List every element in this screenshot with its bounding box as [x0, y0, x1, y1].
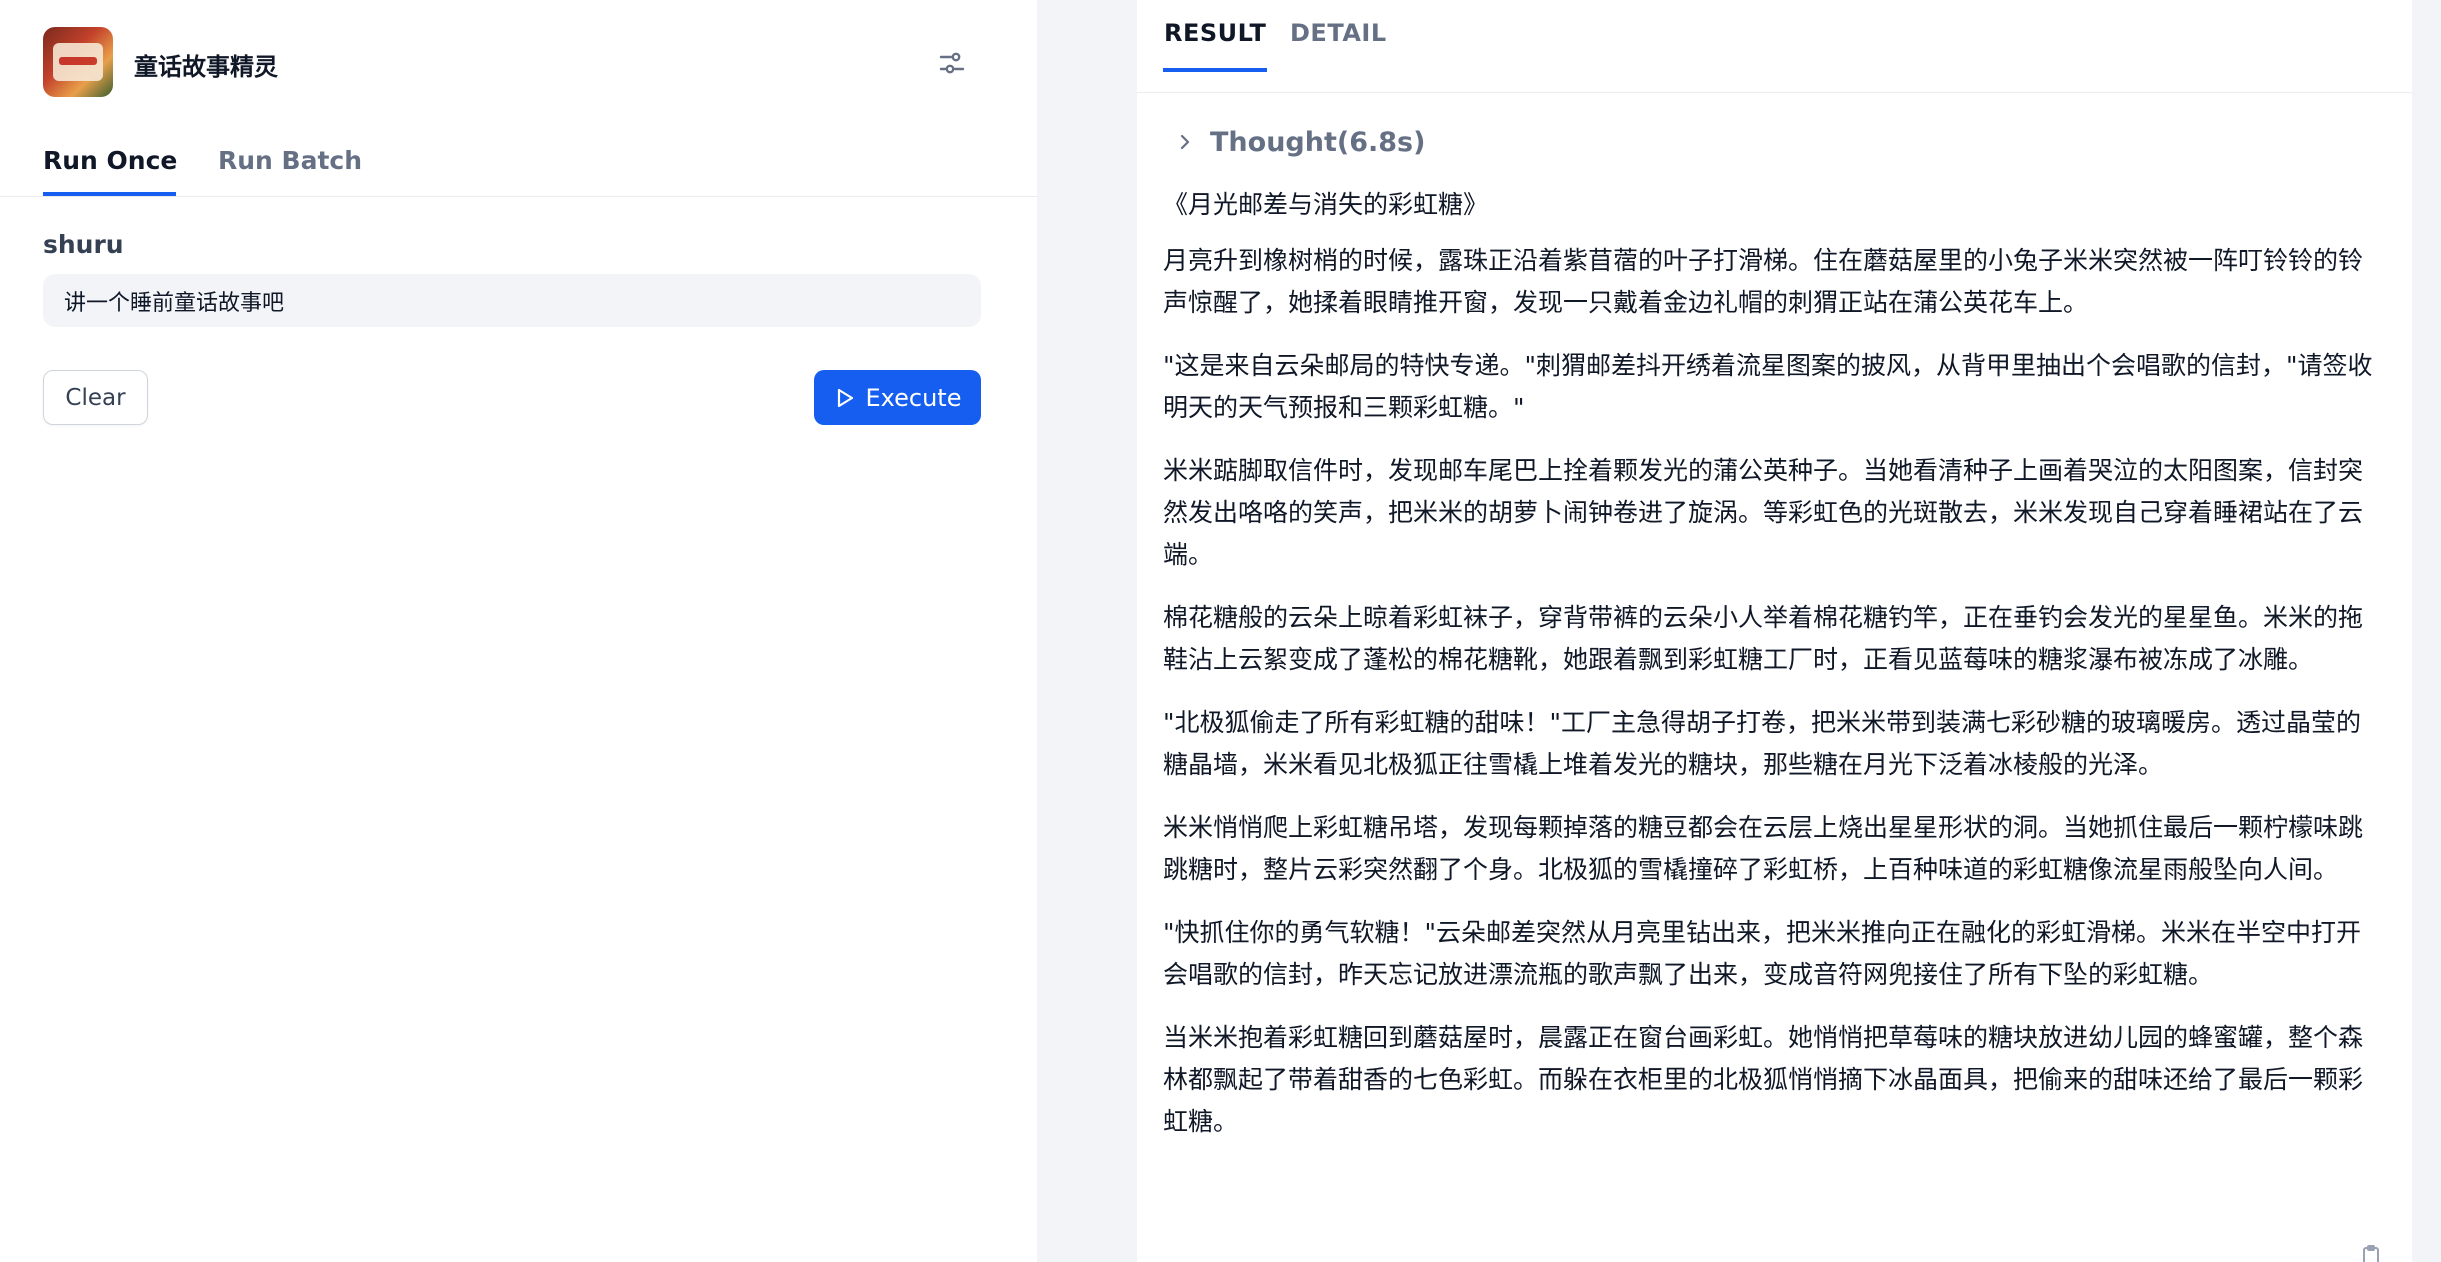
- clear-button[interactable]: Clear: [43, 370, 148, 425]
- app-root: 童话故事精灵 Run Once Run Batch shuru Clear: [0, 0, 2441, 1262]
- result-card: RESULT DETAIL Thought(6.8s) 《月光邮差与消失的彩虹糖…: [1137, 0, 2412, 1262]
- story-paragraph: 棉花糖般的云朵上晾着彩虹袜子，穿背带裤的云朵小人举着棉花糖钓竿，正在垂钓会发光的…: [1163, 603, 2364, 674]
- clipboard-icon[interactable]: [2359, 1244, 2383, 1262]
- story-output: 《月光邮差与消失的彩虹糖》 月亮升到橡树梢的时候，露珠正沿着紫苜蓿的叶子打滑梯。…: [1163, 184, 2378, 1164]
- result-panel: RESULT DETAIL Thought(6.8s) 《月光邮差与消失的彩虹糖…: [1037, 0, 2441, 1262]
- story-title: 《月光邮差与消失的彩虹糖》: [1163, 190, 1489, 219]
- settings-button[interactable]: [936, 47, 968, 79]
- tab-detail[interactable]: DETAIL: [1290, 0, 1387, 68]
- run-panel: 童话故事精灵 Run Once Run Batch shuru Clear: [0, 0, 1037, 1262]
- story-paragraph: 米米悄悄爬上彩虹糖吊塔，发现每颗掉落的糖豆都会在云层上烧出星星形状的洞。当她抓住…: [1163, 813, 2364, 884]
- play-icon: [837, 388, 853, 407]
- chevron-right-icon: [1180, 134, 1190, 150]
- story-paragraph: "这是来自云朵邮局的特快专递。"刺猬邮差抖开绣着流星图案的披风，从背甲里抽出个会…: [1163, 351, 2373, 422]
- story-paragraph: 米米踮脚取信件时，发现邮车尾巴上拴着颗发光的蒲公英种子。当她看清种子上画着哭泣的…: [1163, 456, 2364, 569]
- story-paragraph: 当米米抱着彩虹糖回到蘑菇屋时，晨露正在窗台画彩虹。她悄悄把草莓味的糖块放进幼儿园…: [1163, 1023, 2364, 1136]
- execute-button[interactable]: Execute: [814, 370, 981, 425]
- story-paragraph: "北极狐偷走了所有彩虹糖的甜味！"工厂主急得胡子打卷，把米米带到装满七彩砂糖的玻…: [1163, 708, 2362, 779]
- app-header: 童话故事精灵: [43, 27, 983, 97]
- mode-tabs: Run Once Run Batch: [0, 126, 1037, 197]
- shuru-field-label: shuru: [43, 230, 124, 259]
- storybook-logo-icon: [43, 27, 113, 97]
- shuru-input[interactable]: [43, 274, 981, 327]
- app-title: 童话故事精灵: [134, 53, 278, 81]
- thought-toggle[interactable]: Thought(6.8s): [1174, 118, 1425, 166]
- story-paragraph: 月亮升到橡树梢的时候，露珠正沿着紫苜蓿的叶子打滑梯。住在蘑菇屋里的小兔子米米突然…: [1163, 246, 2364, 317]
- tab-run-once[interactable]: Run Once: [43, 126, 177, 196]
- thought-label: Thought(6.8s): [1210, 126, 1426, 158]
- story-paragraph: "快抓住你的勇气软糖！"云朵邮差突然从月亮里钻出来，把米米推向正在融化的彩虹滑梯…: [1163, 918, 2362, 989]
- sliders-settings-icon: [939, 52, 965, 74]
- tab-run-batch[interactable]: Run Batch: [218, 126, 362, 196]
- result-tabs: RESULT DETAIL: [1137, 0, 2412, 93]
- execute-button-label: Execute: [865, 383, 962, 412]
- tab-result[interactable]: RESULT: [1163, 0, 1268, 72]
